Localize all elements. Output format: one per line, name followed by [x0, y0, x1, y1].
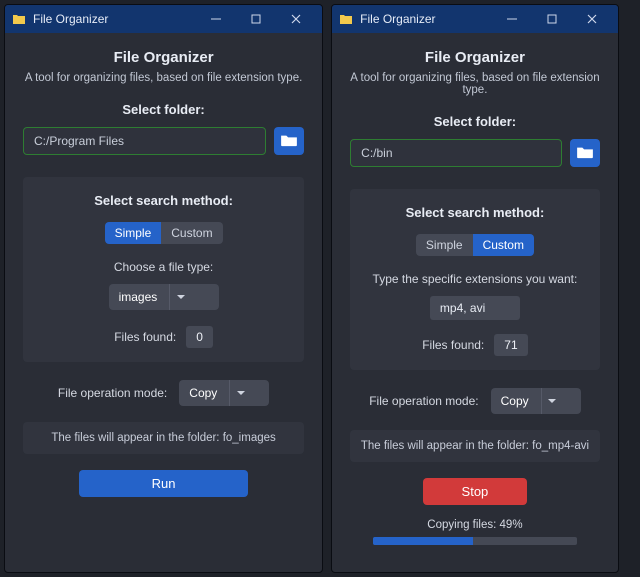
files-found-label: Files found:	[422, 338, 484, 352]
mode-value: Copy	[179, 386, 229, 400]
page-subtitle: A tool for organizing files, based on fi…	[25, 72, 302, 84]
mode-row: File operation mode: Copy	[350, 388, 600, 414]
mode-label: File operation mode:	[369, 394, 478, 408]
folder-icon	[576, 145, 594, 162]
mode-select[interactable]: Copy	[491, 388, 581, 414]
browse-button[interactable]	[570, 139, 600, 167]
titlebar-title: File Organizer	[360, 12, 435, 26]
app-icon	[338, 11, 354, 27]
titlebar[interactable]: File Organizer	[332, 5, 618, 33]
folder-row	[23, 127, 304, 155]
chevron-down-icon	[541, 388, 563, 414]
maximize-button[interactable]	[236, 5, 276, 33]
window-left: File Organizer File Organizer A tool for…	[4, 4, 323, 573]
tab-simple[interactable]: Simple	[416, 234, 473, 256]
run-button[interactable]: Run	[79, 470, 248, 497]
window-controls	[196, 5, 316, 33]
filetype-value: images	[109, 290, 170, 304]
window-controls	[492, 5, 612, 33]
chevron-down-icon	[169, 284, 191, 310]
tab-simple[interactable]: Simple	[105, 222, 162, 244]
files-found-count: 0	[186, 326, 213, 348]
page-subtitle: A tool for organizing files, based on fi…	[350, 72, 600, 96]
chevron-down-icon	[229, 380, 251, 406]
method-tabs: Simple Custom	[105, 222, 223, 244]
mode-row: File operation mode: Copy	[23, 380, 304, 406]
titlebar-title: File Organizer	[33, 12, 108, 26]
progress-label: Copying files: 49%	[427, 519, 522, 531]
filetype-prompt: Choose a file type:	[114, 260, 213, 274]
stop-button[interactable]: Stop	[423, 478, 528, 505]
folder-input[interactable]	[350, 139, 562, 167]
mode-select[interactable]: Copy	[179, 380, 269, 406]
close-button[interactable]	[276, 5, 316, 33]
progress: Copying files: 49%	[350, 519, 600, 545]
close-button[interactable]	[572, 5, 612, 33]
files-found-row: Files found: 0	[114, 326, 213, 348]
page-title: File Organizer	[425, 49, 525, 66]
search-panel: Select search method: Simple Custom Type…	[350, 189, 600, 370]
window-body: File Organizer A tool for organizing fil…	[332, 33, 618, 572]
folder-label: Select folder:	[122, 102, 204, 117]
extensions-input[interactable]	[430, 296, 520, 320]
minimize-button[interactable]	[196, 5, 236, 33]
tab-custom[interactable]: Custom	[161, 222, 222, 244]
folder-row	[350, 139, 600, 167]
mode-label: File operation mode:	[58, 386, 167, 400]
window-right: File Organizer File Organizer A tool for…	[331, 4, 619, 573]
progress-bar	[373, 537, 578, 545]
progress-fill	[373, 537, 473, 545]
extensions-prompt: Type the specific extensions you want:	[373, 272, 578, 286]
folder-icon	[280, 133, 298, 150]
search-title: Select search method:	[94, 193, 233, 208]
browse-button[interactable]	[274, 127, 304, 155]
output-info: The files will appear in the folder: fo_…	[350, 430, 600, 462]
page-title: File Organizer	[114, 49, 214, 66]
tab-custom[interactable]: Custom	[473, 234, 534, 256]
folder-input[interactable]	[23, 127, 266, 155]
folder-label: Select folder:	[434, 114, 516, 129]
mode-value: Copy	[491, 394, 541, 408]
files-found-label: Files found:	[114, 330, 176, 344]
files-found-count: 71	[494, 334, 527, 356]
search-title: Select search method:	[406, 205, 545, 220]
window-body: File Organizer A tool for organizing fil…	[5, 33, 322, 572]
filetype-select[interactable]: images	[109, 284, 219, 310]
app-icon	[11, 11, 27, 27]
maximize-button[interactable]	[532, 5, 572, 33]
files-found-row: Files found: 71	[422, 334, 527, 356]
method-tabs: Simple Custom	[416, 234, 534, 256]
output-info: The files will appear in the folder: fo_…	[23, 422, 304, 454]
search-panel: Select search method: Simple Custom Choo…	[23, 177, 304, 362]
minimize-button[interactable]	[492, 5, 532, 33]
titlebar[interactable]: File Organizer	[5, 5, 322, 33]
